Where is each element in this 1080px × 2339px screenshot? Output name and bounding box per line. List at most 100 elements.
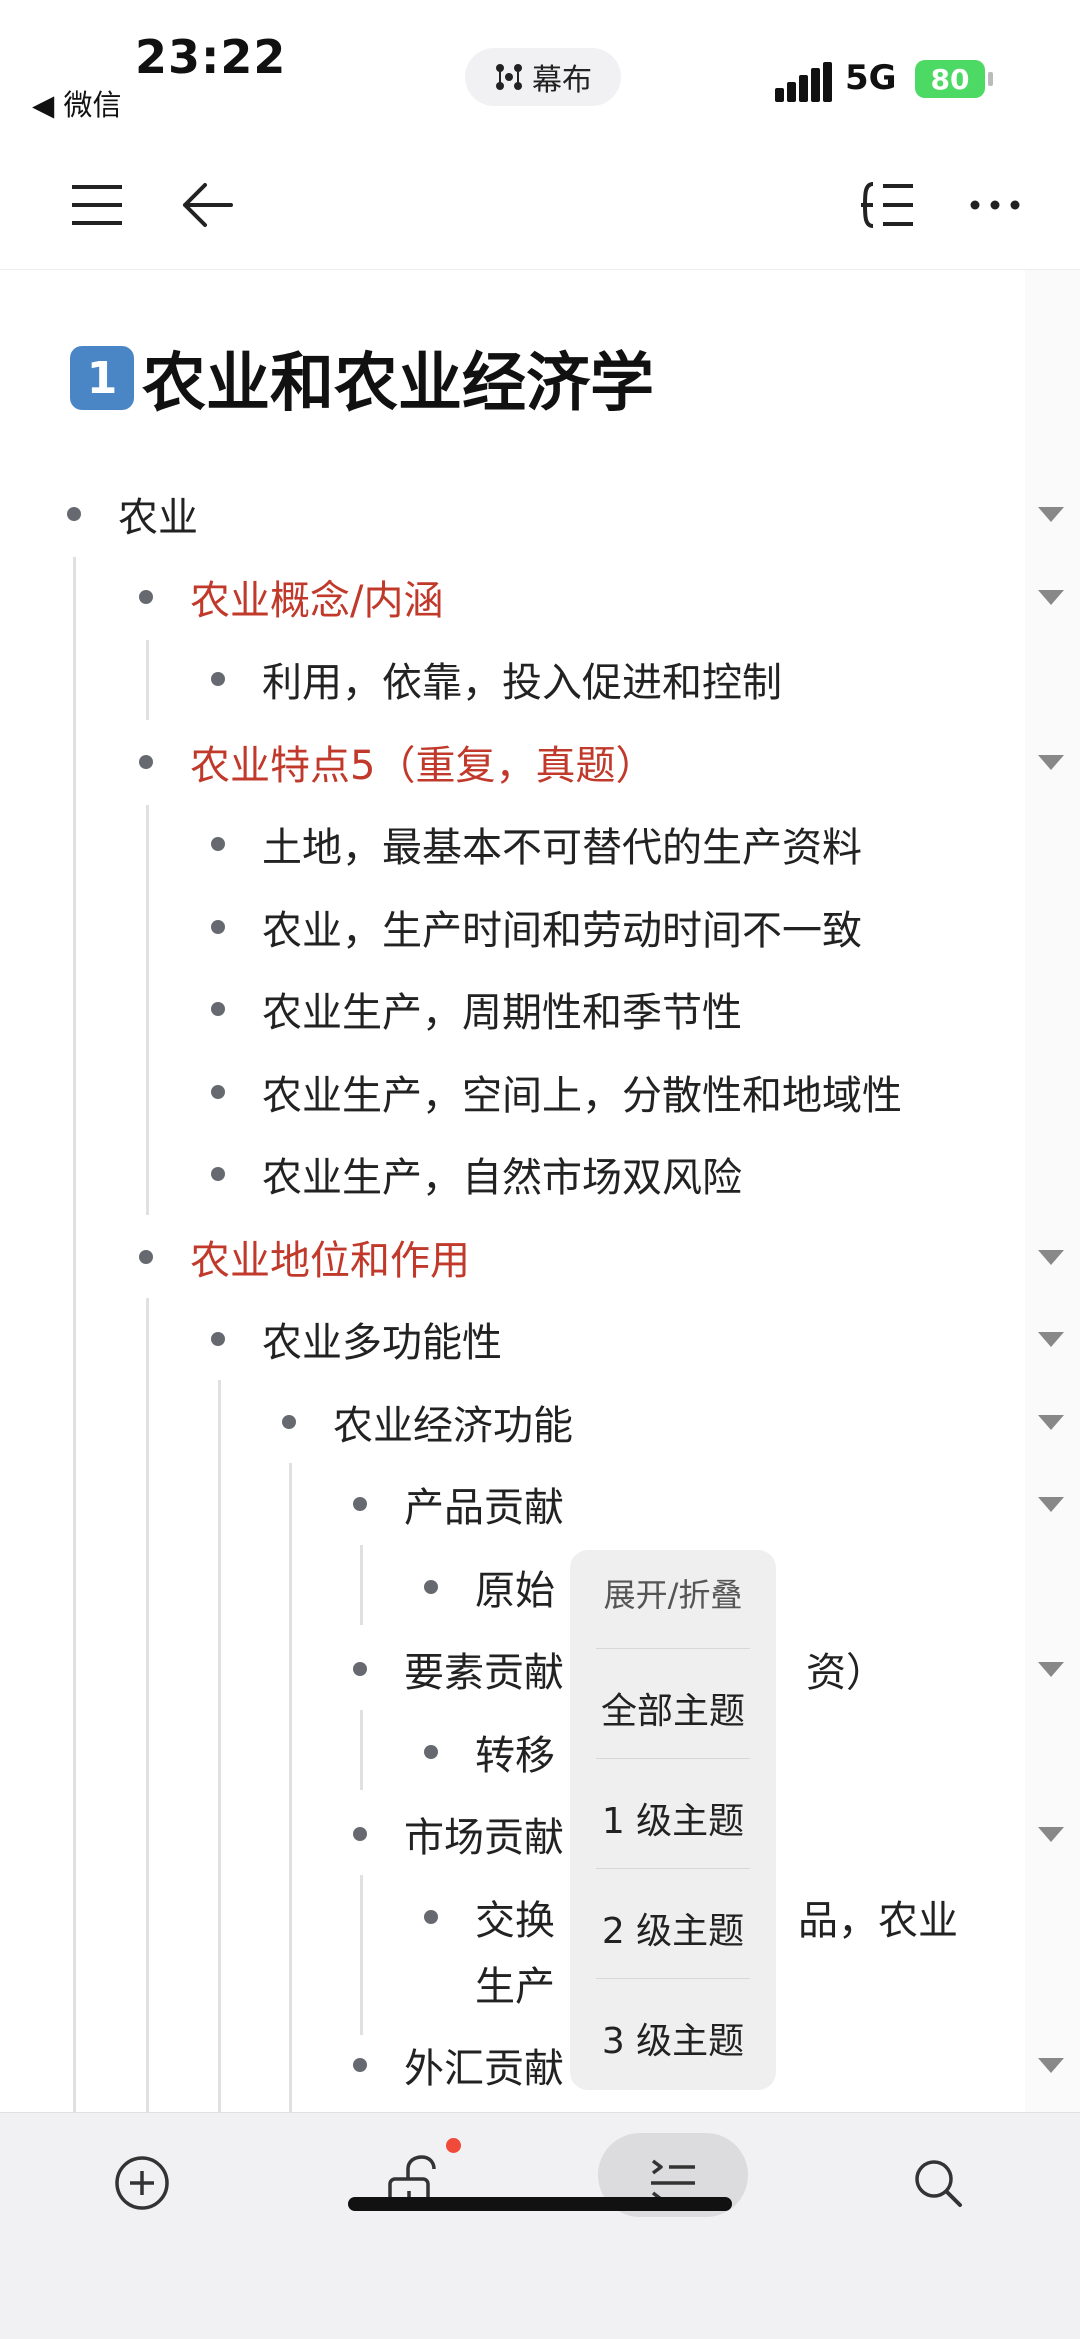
outline-item[interactable]: 要素贡献	[404, 1628, 564, 1710]
collapse-toggle-icon[interactable]	[1038, 1497, 1064, 1512]
outline-item[interactable]: 农业生产，空间上，分散性和地域性	[262, 1051, 902, 1133]
guide-line	[73, 557, 76, 2112]
menu-button[interactable]	[62, 170, 132, 240]
back-to-wechat-link[interactable]: ◀ 微信	[32, 82, 122, 124]
divider	[596, 1758, 750, 1759]
bullet	[211, 1085, 225, 1099]
guide-line	[146, 805, 149, 1215]
outline-item-tail[interactable]: 品，农业	[798, 1876, 958, 1958]
collapse-toggle-icon[interactable]	[1038, 1250, 1064, 1265]
outline-item[interactable]: 转移	[475, 1711, 555, 1793]
collapse-toggle-icon[interactable]	[1038, 590, 1064, 605]
outline-item[interactable]: 农业地位和作用	[190, 1216, 470, 1298]
app-indicator-pill[interactable]: 幕布	[465, 48, 621, 106]
collapse-toggle-icon[interactable]	[1038, 507, 1064, 522]
bullet	[211, 1332, 225, 1346]
outline-item[interactable]: 农业生产，自然市场双风险	[262, 1133, 742, 1215]
bullet	[353, 2058, 367, 2072]
outline-item[interactable]: 农业概念/内涵	[190, 556, 443, 638]
more-button[interactable]	[960, 170, 1030, 240]
keycap-one-icon: 1	[70, 346, 134, 410]
popup-header: 展开/折叠	[603, 1576, 743, 1614]
app-pill-label: 幕布	[532, 63, 592, 98]
expand-level-1-option[interactable]: 1 级主题	[570, 1792, 776, 1844]
outline-item[interactable]: 产品贡献	[404, 1463, 564, 1545]
expand-collapse-popup: 展开/折叠 全部主题 1 级主题 2 级主题 3 级主题	[570, 1550, 776, 2090]
divider	[596, 1978, 750, 1979]
expand-level-3-option[interactable]: 3 级主题	[570, 2012, 776, 2064]
bullet	[211, 837, 225, 851]
battery-icon: 80	[915, 60, 985, 98]
collapse-toggle-icon[interactable]	[1038, 755, 1064, 770]
outline-item[interactable]: 农业	[118, 473, 198, 555]
bullet	[139, 755, 153, 769]
bullet	[67, 507, 81, 521]
mubu-logo-icon	[494, 62, 524, 92]
bullet	[424, 1745, 438, 1759]
expand-collapse-button[interactable]	[633, 2143, 713, 2223]
guide-line	[146, 640, 149, 720]
bullet	[424, 1580, 438, 1594]
more-horizontal-icon	[970, 200, 1020, 210]
bullet	[211, 1167, 225, 1181]
collapse-toggle-icon[interactable]	[1038, 1415, 1064, 1430]
outline-item[interactable]: 农业，生产时间和劳动时间不一致	[262, 886, 862, 968]
back-button[interactable]	[172, 170, 242, 240]
expand-level-2-option[interactable]: 2 级主题	[570, 1902, 776, 1954]
outline-item-wrap[interactable]: 生产	[475, 1942, 555, 2024]
search-button[interactable]	[898, 2143, 978, 2223]
status-bar: 23:22 ◀ 微信 幕布 5G 80	[0, 0, 1080, 140]
bullet	[353, 1497, 367, 1511]
network-type: 5G	[845, 58, 897, 98]
mindmap-button[interactable]	[852, 170, 922, 240]
plus-circle-icon	[115, 2156, 169, 2210]
arrow-left-icon	[183, 183, 233, 227]
bottom-toolbar	[0, 2112, 1080, 2339]
signal-icon	[775, 62, 832, 102]
outline-item[interactable]: 市场贡献	[404, 1793, 564, 1875]
bullet	[211, 920, 225, 934]
search-icon	[915, 2160, 962, 2207]
guide-line	[360, 1710, 363, 1790]
outline-item[interactable]: 外汇贡献	[404, 2024, 564, 2106]
bullet	[424, 1910, 438, 1924]
guide-line	[289, 1463, 292, 2112]
bullet	[353, 1662, 367, 1676]
divider	[596, 1868, 750, 1869]
lock-button[interactable]	[372, 2143, 452, 2223]
outline-item[interactable]: 农业生产，周期性和季节性	[262, 968, 742, 1050]
hamburger-icon	[72, 185, 122, 225]
outline-item[interactable]: 利用，依靠，投入促进和控制	[262, 638, 782, 720]
add-node-button[interactable]	[102, 2143, 182, 2223]
status-time: 23:22	[135, 30, 287, 84]
document-title-text: 农业和农业经济学	[142, 347, 654, 421]
outline-item-tail[interactable]: 资）	[806, 1628, 886, 1710]
collapse-toggle-icon[interactable]	[1038, 2058, 1064, 2073]
bullet	[211, 672, 225, 686]
outline-item[interactable]: 土地，最基本不可替代的生产资料	[262, 803, 862, 885]
collapse-toggle-icon[interactable]	[1038, 1827, 1064, 1842]
collapse-toggle-icon[interactable]	[1038, 1332, 1064, 1347]
battery-level: 80	[930, 62, 970, 96]
guide-line	[360, 1545, 363, 1625]
bullet	[353, 1827, 367, 1841]
guide-line	[218, 1380, 221, 2112]
bullet	[139, 590, 153, 604]
document-title: 1 农业和农业经济学	[70, 332, 654, 424]
guide-line	[360, 1875, 363, 2035]
outline-item[interactable]: 原始	[475, 1546, 555, 1628]
top-toolbar	[0, 140, 1080, 270]
notification-dot	[446, 2138, 461, 2153]
expand-all-topics-option[interactable]: 全部主题	[570, 1682, 776, 1734]
bullet	[139, 1250, 153, 1264]
outline-item[interactable]: 农业特点5（重复，真题）	[190, 721, 655, 803]
guide-line	[146, 1298, 149, 2112]
bullet	[211, 1002, 225, 1016]
collapse-toggle-icon[interactable]	[1038, 1662, 1064, 1677]
bullet	[282, 1415, 296, 1429]
outline-item[interactable]: 农业经济功能	[333, 1381, 573, 1463]
mindmap-icon	[861, 182, 913, 228]
divider	[596, 1648, 750, 1649]
home-indicator[interactable]	[348, 2197, 732, 2211]
outline-item[interactable]: 农业多功能性	[262, 1298, 502, 1380]
